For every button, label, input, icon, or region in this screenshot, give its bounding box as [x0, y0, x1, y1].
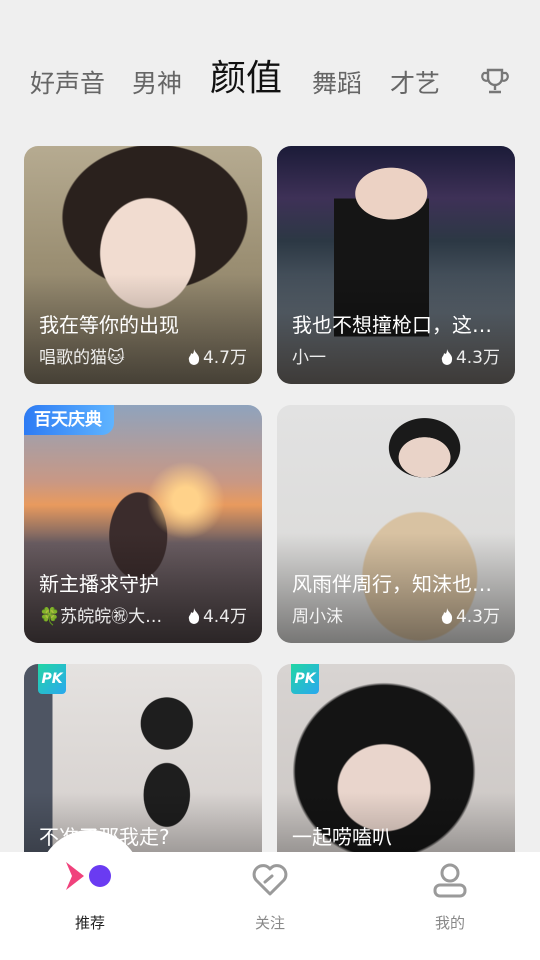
heart-icon [252, 864, 288, 896]
live-room-card[interactable]: 我也不想撞枪口，这… 小一 4.3万 [277, 146, 515, 384]
nav-label: 我的 [434, 914, 465, 932]
card-host-name: 周小沫 [292, 607, 343, 627]
card-title: 一起唠嗑叭 [292, 825, 392, 849]
tab-good-voice[interactable]: 好声音 [30, 64, 105, 100]
nav-label: 关注 [254, 914, 285, 932]
recommend-logo-icon [66, 862, 111, 890]
nav-recommend[interactable]: 推荐 [0, 830, 180, 960]
heat-value: 4.3万 [455, 348, 500, 368]
profile-icon [433, 863, 467, 898]
pk-badge: PK [291, 664, 319, 694]
flame-icon [441, 608, 453, 624]
flame-icon [188, 608, 200, 624]
card-heat: 4.4万 [188, 602, 247, 627]
live-room-card[interactable]: 风雨伴周行，知沫也… 周小沫 4.3万 [277, 405, 515, 643]
pk-badge: PK [38, 664, 66, 694]
bottom-navigation: 推荐 关注 我的 [0, 830, 540, 960]
card-title: 新主播求守护 [39, 572, 159, 596]
card-host-name: 唱歌的猫🐱 [39, 348, 125, 368]
card-title: 风雨伴周行，知沫也… [292, 572, 492, 596]
card-heat: 4.3万 [441, 602, 500, 627]
heat-value: 4.4万 [202, 607, 247, 627]
trophy-icon[interactable] [480, 66, 510, 96]
heat-value: 4.3万 [455, 607, 500, 627]
anniversary-badge: 百天庆典 [24, 405, 114, 435]
heat-value: 4.7万 [202, 348, 247, 368]
tab-looks[interactable]: 颜值 [210, 49, 282, 101]
live-room-card[interactable]: 百天庆典 新主播求守护 🍀苏皖皖㊗大… 4.4万 [24, 405, 262, 643]
live-room-card[interactable]: PK 不准了那我走? [24, 664, 262, 852]
flame-icon [441, 349, 453, 365]
live-room-grid: 我在等你的出现 唱歌的猫🐱 4.7万 我也不想撞枪口，这… 小一 4.3万 百天… [24, 146, 516, 852]
live-room-card[interactable]: PK 一起唠嗑叭 [277, 664, 515, 852]
card-heat: 4.7万 [188, 343, 247, 368]
card-title: 我也不想撞枪口，这… [292, 313, 492, 337]
flame-icon [188, 349, 200, 365]
nav-label: 推荐 [74, 914, 105, 932]
tab-talent[interactable]: 才艺 [390, 64, 440, 100]
card-host-name: 小一 [292, 348, 326, 368]
nav-follow[interactable]: 关注 [180, 852, 360, 960]
card-host-name: 🍀苏皖皖㊗大… [39, 607, 163, 627]
live-room-card[interactable]: 我在等你的出现 唱歌的猫🐱 4.7万 [24, 146, 262, 384]
card-heat: 4.3万 [441, 343, 500, 368]
tab-male-god[interactable]: 男神 [132, 64, 182, 100]
category-tabs: 好声音 男神 颜值 舞蹈 才艺 [0, 52, 540, 112]
card-title: 我在等你的出现 [39, 313, 179, 337]
tab-dance[interactable]: 舞蹈 [312, 64, 362, 100]
nav-profile[interactable]: 我的 [360, 852, 540, 960]
